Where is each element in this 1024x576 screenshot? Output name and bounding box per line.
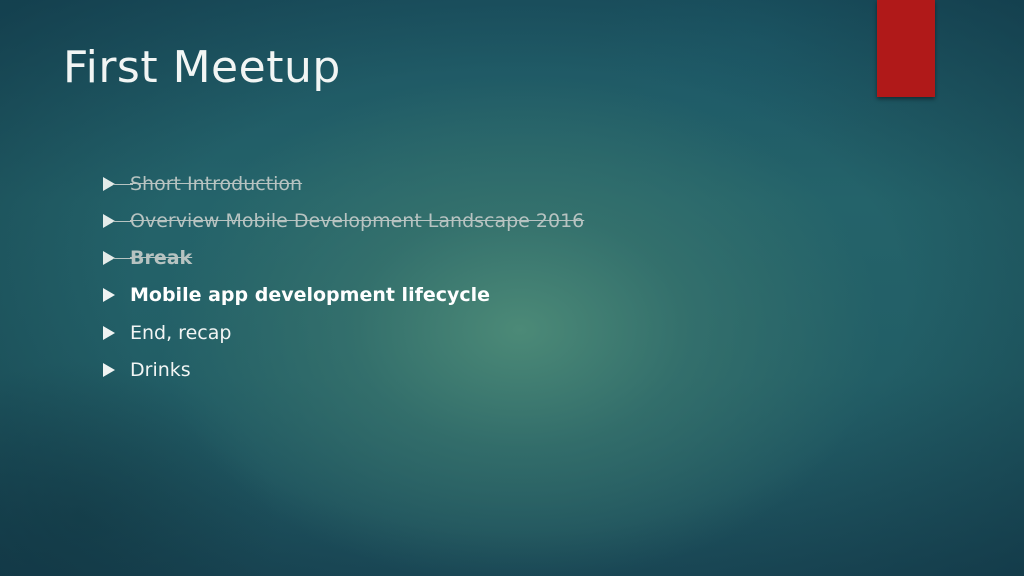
agenda-list: Short Introduction Overview Mobile Devel… bbox=[103, 174, 584, 397]
agenda-item-overview: Overview Mobile Development Landscape 20… bbox=[103, 211, 584, 231]
slide: First Meetup Short Introduction Overview… bbox=[0, 0, 1024, 576]
agenda-item-label: Drinks bbox=[130, 359, 191, 381]
triangle-bullet-icon bbox=[103, 288, 115, 302]
triangle-bullet-icon bbox=[103, 326, 115, 340]
agenda-item-label: Overview Mobile Development Landscape 20… bbox=[130, 210, 585, 232]
strike-line bbox=[113, 184, 133, 185]
agenda-item-end-recap: End, recap bbox=[103, 323, 584, 343]
agenda-item-label: End, recap bbox=[130, 322, 232, 344]
agenda-item-short-introduction: Short Introduction bbox=[103, 174, 584, 194]
agenda-item-label: Break bbox=[130, 247, 193, 269]
agenda-item-label: Mobile app development lifecycle bbox=[130, 284, 491, 306]
agenda-item-label: Short Introduction bbox=[130, 173, 303, 195]
red-accent-block bbox=[877, 0, 935, 97]
agenda-item-drinks: Drinks bbox=[103, 360, 584, 380]
agenda-item-break: Break bbox=[103, 248, 584, 268]
triangle-bullet-icon bbox=[103, 363, 115, 377]
agenda-item-current: Mobile app development lifecycle bbox=[103, 285, 584, 305]
strike-line bbox=[113, 221, 133, 222]
slide-title: First Meetup bbox=[63, 42, 341, 93]
strike-line bbox=[113, 258, 133, 259]
